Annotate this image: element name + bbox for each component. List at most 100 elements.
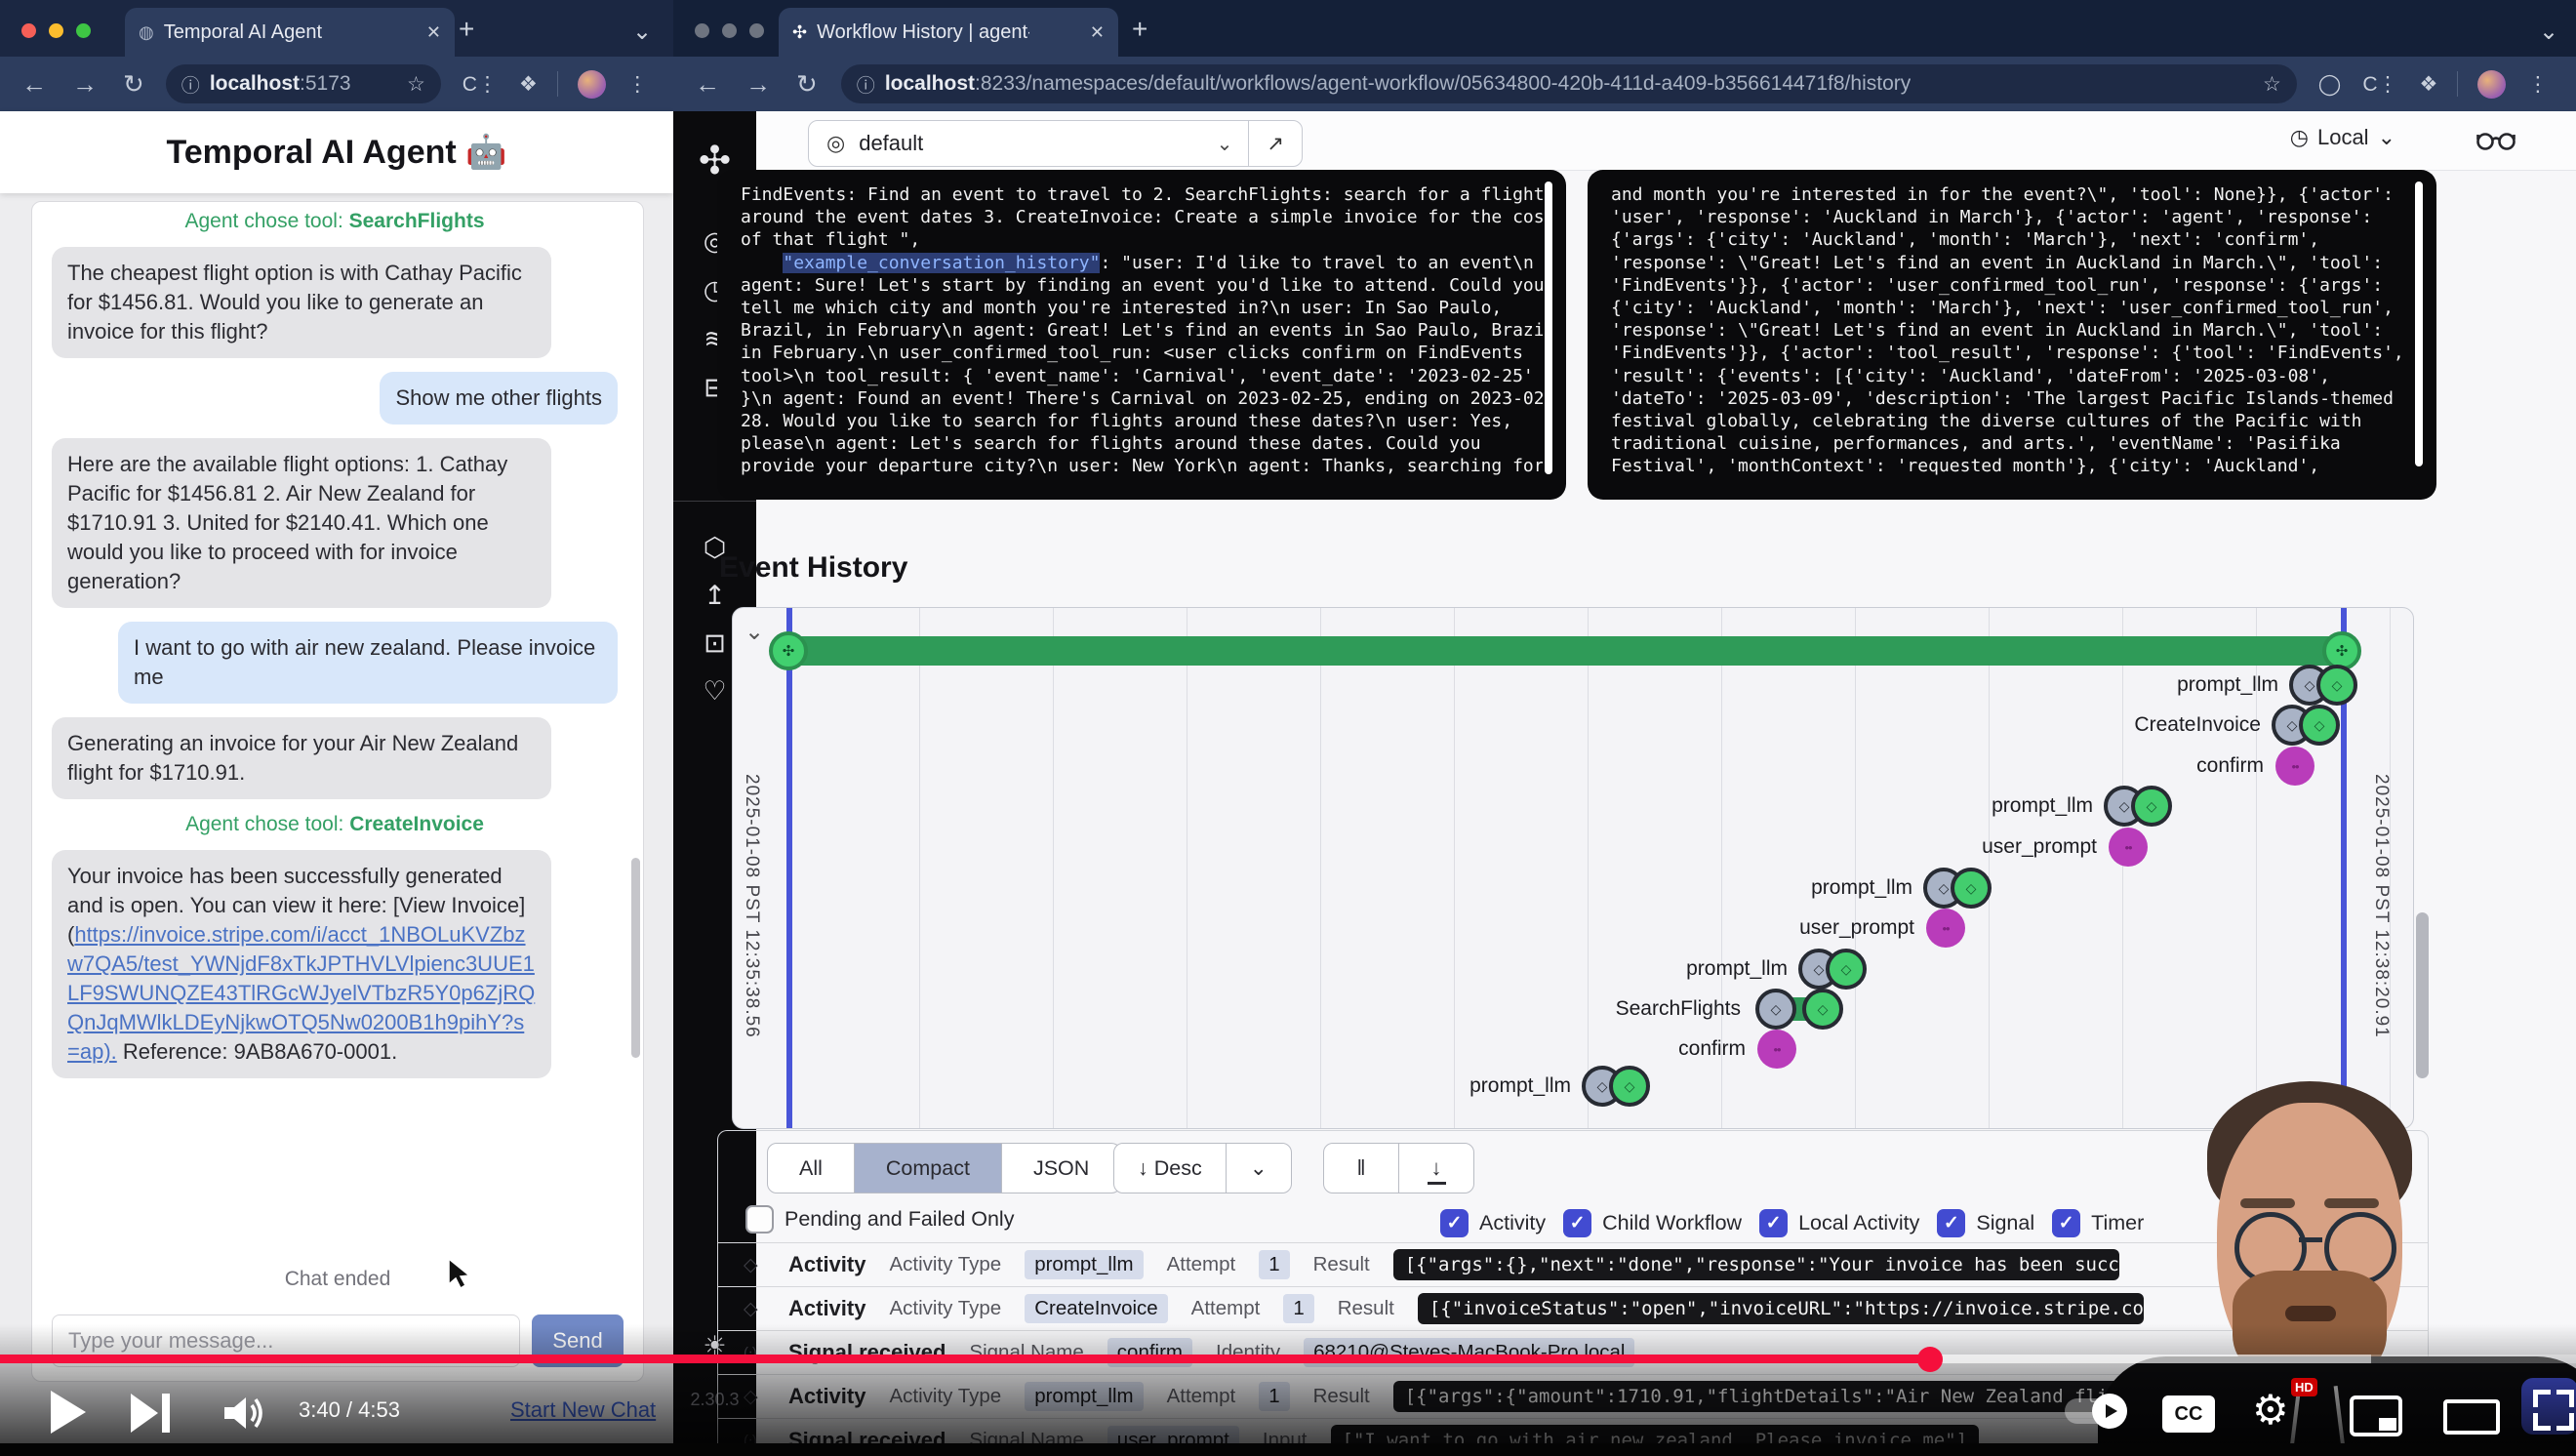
forward-icon[interactable]: → (72, 69, 98, 100)
collapse-timeline-chevron-icon[interactable]: ⌄ (745, 618, 764, 646)
tab-list-chevron-icon[interactable]: ⌄ (2539, 18, 2558, 46)
event-history-timeline[interactable]: ⌄ ✣ ✣ 2025-01-08 PST 12:35:38.56 2025-01… (732, 607, 2414, 1129)
browser-menu-icon[interactable]: ⋮ (627, 72, 648, 97)
activity-expand-icon[interactable]: ◇ (744, 1298, 765, 1320)
site-info-icon[interactable]: ⓘ (857, 71, 875, 98)
bookmark-star-icon[interactable]: ☆ (2263, 72, 2281, 97)
activity-completed-marker[interactable]: ◇ (1826, 949, 1867, 990)
start-new-chat-link[interactable]: Start New Chat (510, 1397, 656, 1423)
timeline-event-signal-icon[interactable]: •• (1926, 909, 1965, 948)
bookmark-star-icon[interactable]: ☆ (407, 72, 425, 97)
page-scrollbar-thumb[interactable] (2416, 912, 2429, 1078)
activity-completed-marker[interactable]: ◇ (2299, 705, 2340, 746)
maximize-window-button[interactable] (749, 23, 764, 38)
miniplayer-button[interactable] (2350, 1395, 2402, 1436)
labs-glasses-icon[interactable] (2476, 127, 2516, 152)
view-mode-json[interactable]: JSON (1002, 1144, 1120, 1193)
timezone-select[interactable]: ◷ Local ⌄ (2290, 125, 2395, 150)
field-value-chip[interactable]: prompt_llm (1025, 1382, 1143, 1411)
timeline-event-activity-icon[interactable]: ◇◇ (2272, 705, 2340, 746)
signal-marker[interactable]: •• (2109, 828, 2148, 867)
activity-scheduled-marker[interactable]: ◇ (1755, 989, 1796, 1030)
close-window-button[interactable] (21, 23, 36, 38)
field-value-chip[interactable]: CreateInvoice (1025, 1294, 1167, 1323)
tab-workflow-history[interactable]: ✣ Workflow History | agent-wor ✕ (779, 8, 1118, 57)
code-preview-chip[interactable]: [{"args":{"amount":1710.91,"flightDetail… (1393, 1381, 2119, 1412)
timeline-event-activity-icon[interactable]: ◇◇ (1923, 868, 1992, 909)
minimize-window-button[interactable] (49, 23, 63, 38)
site-info-icon[interactable]: ⓘ (181, 71, 200, 98)
timeline-event-signal-icon[interactable]: •• (2275, 747, 2314, 786)
namespace-select[interactable]: default (859, 131, 923, 156)
filter-local-activity[interactable]: ✓Local Activity (1759, 1209, 1919, 1237)
timeline-event-signal-icon[interactable]: •• (1757, 1030, 1796, 1069)
field-value-chip[interactable]: 1 (1259, 1250, 1289, 1279)
activity-completed-marker[interactable]: ◇ (2316, 665, 2357, 706)
maximize-window-button[interactable] (76, 23, 91, 38)
signal-marker[interactable]: •• (1926, 909, 1965, 948)
new-tab-button[interactable]: + (459, 16, 474, 43)
code-scrollbar[interactable] (1545, 182, 1552, 474)
field-value-chip[interactable]: 1 (1283, 1294, 1313, 1323)
fullscreen-button[interactable] (2533, 1390, 2574, 1431)
forward-icon[interactable]: → (745, 69, 771, 100)
workflow-start-marker[interactable]: ✣ (769, 631, 808, 670)
close-tab-icon[interactable]: ✕ (1090, 22, 1105, 43)
checkbox-checked[interactable]: ✓ (1563, 1209, 1591, 1237)
theater-mode-button[interactable] (2443, 1399, 2500, 1435)
volume-icon[interactable] (222, 1394, 267, 1433)
field-value-chip[interactable]: 1 (1259, 1382, 1289, 1411)
chevron-down-icon[interactable]: ⌄ (1217, 132, 1249, 156)
extension-circle-icon[interactable]: ◯ (2318, 72, 2342, 97)
workflow-input-json-left[interactable]: FindEvents: Find an event to travel to 2… (717, 170, 1566, 500)
sort-chevron-button[interactable]: ⌄ (1226, 1144, 1291, 1193)
tab-temporal-ai-agent[interactable]: ◍ Temporal AI Agent ✕ (125, 8, 455, 57)
sort-desc-button[interactable]: ↓ Desc (1114, 1144, 1226, 1193)
filter-signal[interactable]: ✓Signal (1937, 1209, 2034, 1237)
checkbox-checked[interactable]: ✓ (1937, 1209, 1965, 1237)
address-bar[interactable]: ⓘ localhost:8233/namespaces/default/work… (841, 64, 2297, 103)
window-controls-inactive[interactable] (695, 23, 764, 38)
activity-completed-marker[interactable]: ◇ (1802, 989, 1843, 1030)
activity-completed-marker[interactable]: ◇ (1951, 868, 1992, 909)
code-preview-chip[interactable]: [{"invoiceStatus":"open","invoiceURL":"h… (1418, 1293, 2144, 1324)
play-button[interactable] (51, 1391, 86, 1434)
minimize-window-button[interactable] (722, 23, 737, 38)
timeline-event-signal-icon[interactable]: •• (2109, 828, 2148, 867)
download-history-button[interactable]: ↓ (1398, 1144, 1473, 1193)
code-scrollbar[interactable] (2415, 182, 2423, 466)
invoice-link[interactable]: https://invoice.stripe.com/i/acct_1NBOLu… (67, 922, 535, 1064)
profile-avatar[interactable] (2477, 70, 2506, 99)
browser-menu-icon[interactable]: ⋮ (2527, 72, 2548, 97)
extension-c-icon[interactable]: C⋮ (463, 72, 498, 97)
back-icon[interactable]: ← (21, 69, 47, 100)
checkbox-checked[interactable]: ✓ (1440, 1209, 1469, 1237)
workflow-input-json-right[interactable]: and month you're interested in for the e… (1588, 170, 2436, 500)
timeline-event-activity-icon[interactable]: ◇◇ (1582, 1066, 1650, 1107)
signal-marker[interactable]: •• (2275, 747, 2314, 786)
filter-child-workflow[interactable]: ✓Child Workflow (1563, 1209, 1742, 1237)
reload-icon[interactable]: ↻ (796, 69, 818, 100)
open-namespace-external-icon[interactable]: ↗ (1248, 121, 1302, 166)
code-preview-chip[interactable]: [{"args":{},"next":"done","response":"Yo… (1393, 1249, 2119, 1280)
close-window-button[interactable] (695, 23, 709, 38)
timeline-event-activity-icon[interactable]: ◇◇ (2289, 665, 2357, 706)
field-value-chip[interactable]: prompt_llm (1025, 1250, 1143, 1279)
signal-marker[interactable]: •• (1757, 1030, 1796, 1069)
reload-icon[interactable]: ↻ (123, 69, 144, 100)
profile-avatar[interactable] (578, 70, 606, 99)
settings-gear-icon[interactable]: ⚙ (2252, 1386, 2289, 1434)
autoplay-toggle[interactable] (2065, 1398, 2127, 1424)
extensions-icon[interactable]: ❖ (2419, 72, 2437, 97)
timeline-event-activity_wide-icon[interactable]: ◇◇ (1755, 989, 1843, 1030)
close-tab-icon[interactable]: ✕ (426, 22, 441, 43)
view-mode-all[interactable]: All (768, 1144, 855, 1193)
extension-c-icon[interactable]: C⋮ (2362, 72, 2397, 97)
timeline-event-activity-icon[interactable]: ◇◇ (1798, 949, 1867, 990)
activity-expand-icon[interactable]: ◇ (744, 1386, 765, 1408)
pending-failed-filter[interactable]: Pending and Failed Only (745, 1205, 1014, 1234)
workflow-execution-span[interactable]: ✣ ✣ (786, 636, 2344, 666)
view-mode-compact[interactable]: Compact (855, 1144, 1002, 1193)
activity-expand-icon[interactable]: ◇ (744, 1254, 765, 1276)
extensions-icon[interactable]: ❖ (519, 72, 538, 97)
